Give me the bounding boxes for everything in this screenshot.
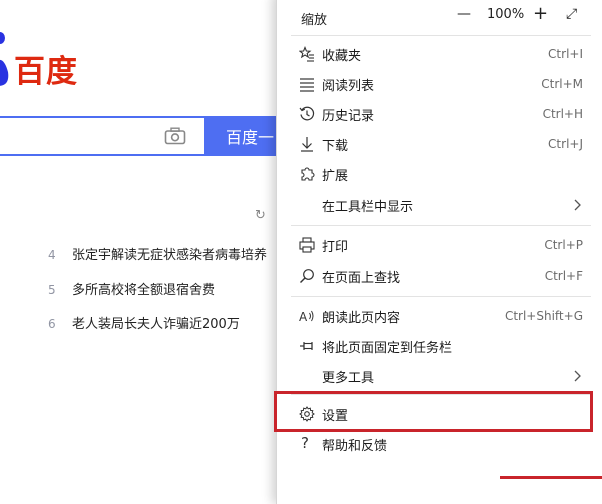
divider — [291, 225, 591, 226]
favorites-icon — [299, 46, 314, 62]
menu-item-label: 在页面上查找 — [322, 270, 401, 286]
menu-item-label: 收藏夹 — [322, 48, 362, 64]
menu-item-label: 下载 — [322, 138, 349, 154]
menu-item-label: 打印 — [322, 239, 349, 255]
camera-icon[interactable] — [164, 127, 186, 145]
divider — [291, 35, 591, 36]
menu-item-shortcut: Ctrl+I — [548, 47, 583, 61]
hot-list-item[interactable]: 6 老人装局长夫人诈骗近200万 — [48, 313, 240, 332]
annotation-line — [500, 476, 602, 479]
pin-icon — [300, 342, 313, 350]
menu-item-show-in-toolbar[interactable]: 在工具栏中显示 — [277, 190, 602, 220]
menu-item-shortcut: Ctrl+M — [541, 77, 583, 91]
menu-item-help-feedback[interactable]: ? 帮助和反馈 — [277, 429, 602, 459]
refresh-link[interactable]: ↻ — [255, 208, 266, 223]
menu-item-history[interactable]: 历史记录 Ctrl+H — [277, 99, 602, 129]
find-icon — [300, 269, 314, 283]
baidu-paw-icon — [0, 32, 9, 86]
menu-item-label: 在工具栏中显示 — [322, 199, 414, 215]
menu-item-label: 帮助和反馈 — [322, 438, 388, 454]
reading-list-icon — [300, 78, 314, 92]
menu-item-label: 更多工具 — [322, 370, 375, 386]
menu-item-shortcut: Ctrl+P — [544, 238, 583, 252]
print-icon — [299, 237, 315, 253]
history-icon — [299, 106, 315, 121]
hot-list-item[interactable]: 4 张定宇解读无症状感染者病毒培养 — [48, 244, 267, 263]
extensions-icon — [301, 167, 315, 181]
hot-list-item[interactable]: 5 多所高校将全额退宿舍费 — [48, 279, 215, 298]
baidu-logo-text: 百度 — [14, 54, 78, 90]
refresh-icon: ↻ — [255, 208, 266, 223]
zoom-value: 100% — [487, 7, 525, 22]
help-icon: ? — [301, 434, 309, 452]
hot-rank: 6 — [48, 317, 56, 331]
menu-item-more-tools[interactable]: 更多工具 — [277, 361, 602, 391]
zoom-in-button[interactable]: + — [533, 3, 548, 24]
menu-item-read-aloud[interactable]: A 朗读此页内容 Ctrl+Shift+G — [277, 301, 602, 331]
menu-item-shortcut: Ctrl+H — [542, 107, 583, 121]
menu-item-label: 将此页面固定到任务栏 — [322, 340, 453, 356]
divider — [291, 296, 591, 297]
hot-title: 多所高校将全额退宿舍费 — [72, 283, 216, 298]
download-icon — [301, 137, 313, 152]
zoom-out-button[interactable]: — — [457, 6, 471, 22]
menu-item-reading-list[interactable]: 阅读列表 Ctrl+M — [277, 69, 602, 99]
menu-item-extensions[interactable]: 扩展 — [277, 159, 602, 189]
settings-highlight-box — [274, 391, 593, 432]
svg-text:A: A — [299, 310, 308, 324]
menu-item-label: 扩展 — [322, 168, 349, 184]
hot-rank: 5 — [48, 283, 56, 297]
menu-item-shortcut: Ctrl+J — [548, 137, 583, 151]
menu-item-shortcut: Ctrl+Shift+G — [504, 309, 583, 323]
menu-item-print[interactable]: 打印 Ctrl+P — [277, 230, 602, 260]
read-aloud-icon: A — [299, 310, 314, 324]
hot-rank: 4 — [48, 248, 56, 262]
menu-item-label: 阅读列表 — [322, 78, 375, 94]
menu-item-favorites[interactable]: 收藏夹 Ctrl+I — [277, 39, 602, 69]
menu-item-find-on-page[interactable]: 在页面上查找 Ctrl+F — [277, 261, 602, 291]
hot-title: 张定宇解读无症状感染者病毒培养 — [72, 248, 268, 263]
menu-item-downloads[interactable]: 下载 Ctrl+J — [277, 129, 602, 159]
chevron-right-icon — [574, 370, 581, 382]
hot-title: 老人装局长夫人诈骗近200万 — [72, 317, 240, 332]
menu-item-label: 朗读此页内容 — [322, 310, 401, 326]
menu-item-shortcut: Ctrl+F — [544, 269, 583, 283]
menu-item-pin-to-taskbar[interactable]: 将此页面固定到任务栏 — [277, 331, 602, 361]
zoom-label: 缩放 — [301, 13, 328, 28]
chevron-right-icon — [574, 199, 581, 211]
menu-item-label: 历史记录 — [322, 108, 375, 124]
fullscreen-button[interactable]: ⤢ — [566, 6, 577, 22]
